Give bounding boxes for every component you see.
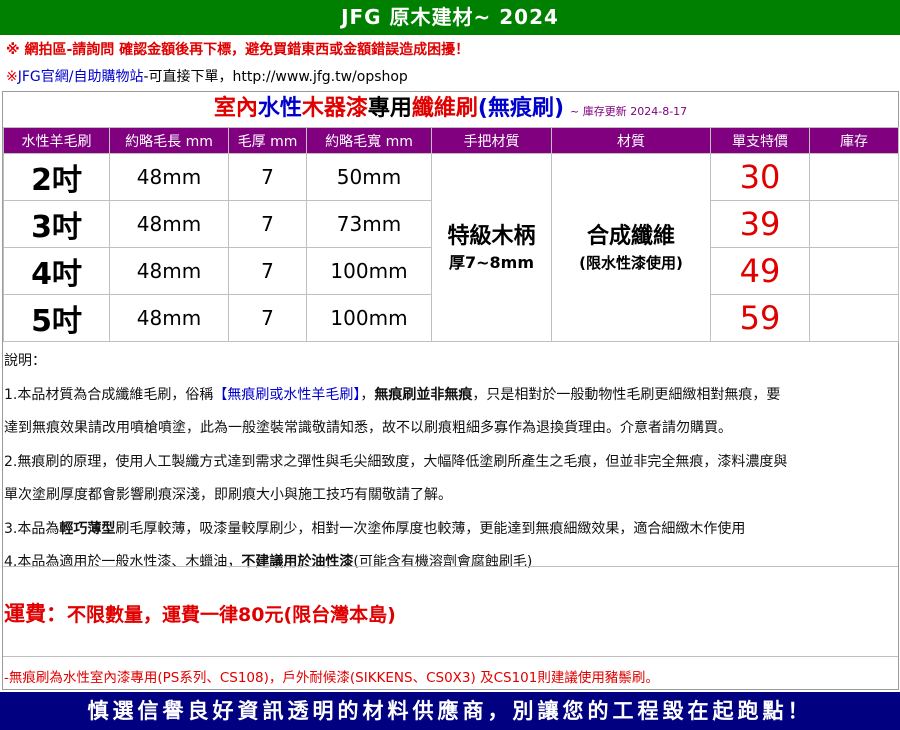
cell-length: 48mm: [109, 294, 229, 342]
handle-main: 特級木柄: [447, 223, 536, 249]
title-part-indoor: 室內: [213, 96, 258, 121]
notice-star: ※: [6, 69, 18, 85]
description-heading: 說明：: [4, 353, 46, 369]
cell-stock: [809, 200, 899, 248]
spec-table: 水性羊毛刷 約略毛長 mm 毛厚 mm 約略毛寬 mm 手把材質 材質 單支特價…: [3, 127, 899, 342]
cell-size: 2吋: [3, 153, 110, 201]
cell-thickness: 7: [228, 247, 307, 295]
col-header-width: 約略毛寬 mm: [306, 127, 432, 154]
cell-length: 48mm: [109, 247, 229, 295]
cell-width: 100mm: [306, 247, 432, 295]
cell-width: 73mm: [306, 200, 432, 248]
footnote: -無痕刷為水性室內漆專用(PS系列、CS108)，戶外耐候漆(SIKKENS、C…: [4, 670, 659, 686]
stock-update-date: ~ 庫存更新 2024-8-17: [570, 105, 688, 118]
shipping-text: 不限數量，運費一律80元(限台灣本島): [67, 604, 396, 626]
col-header-handle: 手把材質: [431, 127, 552, 154]
cell-price: 30: [710, 153, 810, 201]
col-header-size: 水性羊毛刷: [3, 127, 110, 154]
description-item-1: 1.本品材質為合成纖維毛刷，俗稱【無痕刷或水性羊毛刷】，無痕刷並非無痕，只是相對…: [4, 386, 781, 403]
col-header-stock: 庫存: [809, 127, 899, 154]
top-banner: JFG 原木建材~ 2024: [0, 0, 900, 35]
notice-warning: ※ 網拍區-請詢問 確認金額後再下標，避免買錯東西或金額錯誤造成困擾！: [6, 42, 470, 58]
col-header-length: 約略毛長 mm: [109, 127, 229, 154]
col-header-thickness: 毛厚 mm: [228, 127, 307, 154]
table-header-row: 水性羊毛刷 約略毛長 mm 毛厚 mm 約略毛寬 mm 手把材質 材質 單支特價…: [3, 127, 899, 154]
cell-width: 50mm: [306, 153, 432, 201]
description-item-1-cont: 達到無痕效果請改用噴槍噴塗，此為一般塗裝常識敬請知悉，故不以刷痕粗細多寡作為退換…: [4, 420, 732, 436]
divider: [3, 656, 898, 657]
cell-price: 59: [710, 294, 810, 342]
divider: [3, 566, 898, 567]
description-item-3: 3.本品為輕巧薄型刷毛厚較薄，吸漆量較厚刷少，相對一次塗佈厚度也較薄，更能達到無…: [4, 520, 746, 537]
cell-thickness: 7: [228, 294, 307, 342]
notice-shop-link: ※JFG官網/自助購物站-可直接下單，http://www.jfg.tw/ops…: [6, 66, 408, 86]
cell-price: 49: [710, 247, 810, 295]
title-part-dedicated: 專用: [367, 96, 412, 121]
description-item-2-cont: 單次塗刷厚度都會影響刷痕深淺，即刷痕大小與施工技巧有關敬請了解。: [4, 487, 452, 503]
material-sub: (限水性漆使用): [579, 253, 683, 272]
cell-stock: [809, 153, 899, 201]
cell-price: 39: [710, 200, 810, 248]
product-title: 室內水性木器漆專用纖維刷(無痕刷) ~ 庫存更新 2024-8-17: [3, 92, 898, 126]
title-part-wood-paint: 木器漆: [301, 96, 368, 121]
material-main: 合成纖維: [586, 223, 675, 249]
cell-size: 5吋: [3, 294, 110, 342]
shipping-info: 運費：不限數量，運費一律80元(限台灣本島): [4, 598, 396, 628]
cell-length: 48mm: [109, 200, 229, 248]
cell-handle-material: 特級木柄 厚7~8mm: [431, 153, 552, 342]
cell-bristle-material: 合成纖維 (限水性漆使用): [551, 153, 711, 342]
title-part-water: 水性: [257, 96, 302, 121]
description-block: 說明： 1.本品材質為合成纖維毛刷，俗稱【無痕刷或水性羊毛刷】，無痕刷並非無痕，…: [4, 345, 896, 580]
cell-thickness: 7: [228, 200, 307, 248]
shop-link[interactable]: JFG官網/自助購物站: [18, 69, 144, 85]
title-part-traceless: (無痕刷): [477, 96, 565, 121]
description-item-2: 2.無痕刷的原理，使用人工製纖方式達到需求之彈性與毛尖細致度，大幅降低塗刷所產生…: [4, 453, 788, 470]
description-item-4: 4.本品為適用於一般水性漆、木蠟油，不建議用於油性漆(可能含有機溶劑會腐蝕刷毛): [4, 554, 533, 570]
cell-size: 3吋: [3, 200, 110, 248]
col-header-price: 單支特價: [710, 127, 810, 154]
col-header-material: 材質: [551, 127, 711, 154]
cell-length: 48mm: [109, 153, 229, 201]
cell-width: 100mm: [306, 294, 432, 342]
table-row: 2吋 48mm 7 50mm 特級木柄 厚7~8mm 合成纖維 (限水性漆使用)…: [3, 153, 899, 342]
cell-thickness: 7: [228, 153, 307, 201]
handle-sub: 厚7~8mm: [448, 252, 535, 272]
cell-stock: [809, 294, 899, 342]
bottom-banner: 慎選信譽良好資訊透明的材料供應商，別讓您的工程毀在起跑點！: [0, 692, 900, 730]
notice-shop-text: -可直接下單，http://www.jfg.tw/opshop: [143, 69, 408, 85]
title-part-fiber-brush: 纖維刷: [411, 96, 478, 121]
cell-size: 4吋: [3, 247, 110, 295]
cell-stock: [809, 247, 899, 295]
shipping-label: 運費：: [4, 602, 67, 626]
